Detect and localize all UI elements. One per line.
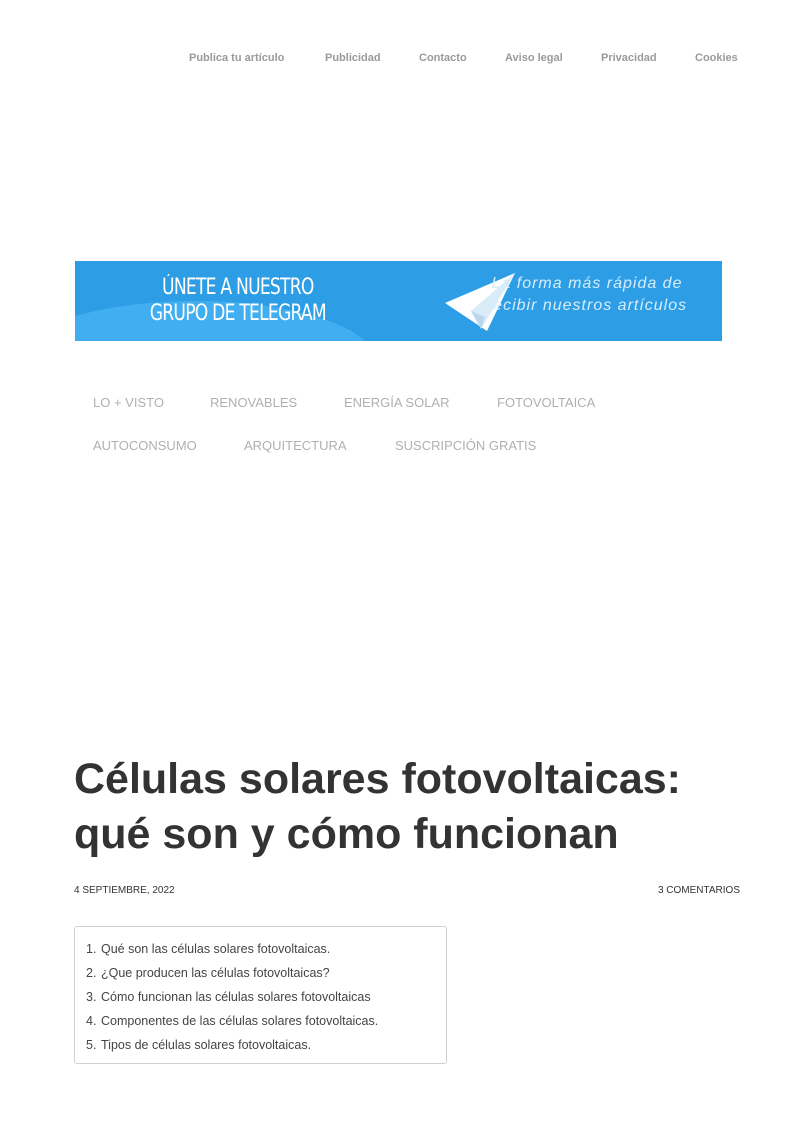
main-nav-lo-mas-visto[interactable]: LO + VISTO (93, 395, 164, 410)
toc-item[interactable]: 3. Cómo funcionan las células solares fot… (86, 985, 446, 1009)
top-nav-aviso-legal[interactable]: Aviso legal (505, 52, 563, 64)
top-nav-contacto[interactable]: Contacto (419, 52, 467, 64)
banner-headline: ÚNETE A NUESTRO GRUPO DE TELEGRAM (115, 275, 361, 327)
telegram-banner[interactable]: ÚNETE A NUESTRO GRUPO DE TELEGRAM La for… (75, 261, 722, 341)
banner-tagline2: recibir nuestros artículos (486, 297, 688, 314)
toc-item-label: Tipos de células solares fotovoltaicas. (101, 1038, 312, 1052)
main-nav-renovables[interactable]: RENOVABLES (210, 395, 297, 410)
toc-item-number: 2. (86, 966, 97, 980)
toc-item-label: Componentes de las células solares fotov… (101, 1014, 379, 1028)
comments-link[interactable]: 3 COMENTARIOS (658, 885, 740, 896)
article-title: Células solares fotovoltaicas: qué son y… (74, 755, 681, 858)
main-nav-suscripcion[interactable]: SUSCRIPCIÓN GRATIS (395, 438, 536, 453)
toc-item[interactable]: 5. Tipos de células solares fotovoltaicas… (86, 1033, 446, 1057)
toc-item-number: 1. (86, 942, 97, 956)
toc-item-number: 4. (86, 1014, 97, 1028)
toc-item[interactable]: 2. ¿Que producen las células fotovoltaica… (86, 961, 446, 985)
table-of-contents: 1. Qué son las células solares fotovoltai… (74, 926, 447, 1064)
main-nav-autoconsumo[interactable]: AUTOCONSUMO (93, 438, 197, 453)
top-nav: Publica tu artículo Publicidad Contacto … (0, 52, 793, 68)
toc-item[interactable]: 4. Componentes de las células solares fot… (86, 1009, 446, 1033)
top-nav-publica[interactable]: Publica tu artículo (189, 52, 284, 64)
toc-item[interactable]: 1. Qué son las células solares fotovoltai… (86, 937, 446, 961)
toc-item-number: 3. (86, 990, 97, 1004)
main-nav-fotovoltaica[interactable]: FOTOVOLTAICA (497, 395, 595, 410)
top-nav-publicidad[interactable]: Publicidad (325, 52, 381, 64)
banner-line2: GRUPO DE TELEGRAM (149, 301, 327, 326)
main-nav-arquitectura[interactable]: ARQUITECTURA (244, 438, 347, 453)
banner-tagline: La forma más rápida de recibir nuestros … (477, 273, 697, 317)
top-nav-privacidad[interactable]: Privacidad (601, 52, 657, 64)
article-date: 4 SEPTIEMBRE, 2022 (74, 885, 175, 896)
toc-item-label: Cómo funcionan las células solares fotov… (101, 990, 371, 1004)
top-nav-cookies[interactable]: Cookies (695, 52, 738, 64)
toc-item-label: Qué son las células solares fotovoltaica… (101, 942, 331, 956)
main-nav-energia-solar[interactable]: ENERGÍA SOLAR (344, 395, 449, 410)
banner-line1: ÚNETE A NUESTRO (162, 275, 314, 300)
toc-item-number: 5. (86, 1038, 97, 1052)
toc-item-label: ¿Que producen las células fotovoltaicas? (101, 966, 330, 980)
banner-tagline1: La forma más rápida de (491, 275, 683, 292)
